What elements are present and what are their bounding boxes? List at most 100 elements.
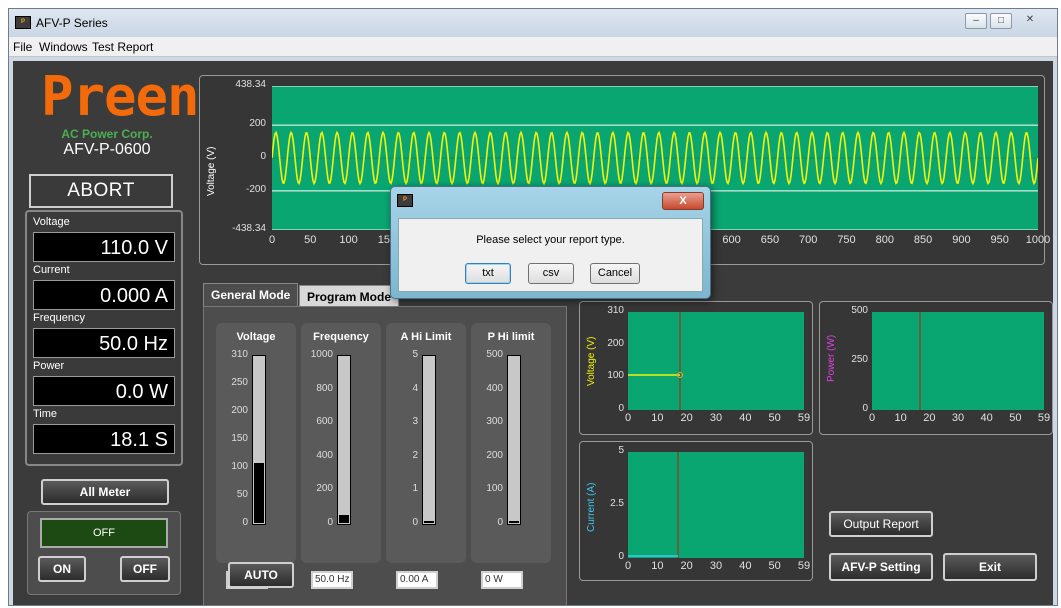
title-bar[interactable]: P AFV-P Series – □ ✕	[9, 9, 1057, 37]
minimize-button[interactable]: –	[965, 13, 987, 29]
afv-p-setting-button[interactable]: AFV-P Setting	[829, 553, 933, 581]
power-trend-ytick: 500	[851, 305, 868, 316]
slider-column-a-hi-limit: A Hi Limit 5 4 3 2 1 0	[386, 323, 466, 563]
slider-track-a-hi-limit[interactable]	[422, 355, 436, 525]
current-trend-svg	[628, 452, 679, 558]
abort-status[interactable]: ABORT	[29, 174, 173, 208]
voltage-trend-ytick: 310	[607, 305, 624, 316]
maximize-button[interactable]: □	[990, 13, 1012, 29]
current-trend-xtick: 10	[651, 560, 664, 572]
slider-value-a-hi-limit[interactable]: 0.00 A	[396, 571, 438, 589]
output-panel: OFF ON OFF	[27, 511, 181, 595]
slider-title-a-hi-limit: A Hi Limit	[400, 331, 452, 343]
menu-file[interactable]: File	[13, 40, 32, 54]
power-trend-xtick: 50	[1009, 412, 1022, 424]
voltage-trend-xtick: 50	[768, 412, 781, 424]
slider-tick-frequency: 800	[316, 382, 333, 394]
meter-label-voltage: Voltage	[33, 216, 70, 228]
power-trend-ytick: 250	[851, 354, 868, 365]
voltage-trend-xtick: 0	[624, 412, 632, 424]
csv-button[interactable]: csv	[528, 263, 574, 284]
voltage-trend-xtick: 59	[797, 412, 811, 424]
slider-fill-frequency	[339, 515, 349, 523]
cancel-button[interactable]: Cancel	[590, 263, 640, 284]
waveform-xtick: 50	[304, 234, 317, 246]
slider-tick-voltage: 100	[231, 461, 248, 472]
slider-tick-frequency: 200	[316, 483, 333, 495]
voltage-trend-svg	[628, 312, 683, 410]
slider-track-frequency[interactable]	[337, 355, 351, 525]
power-trend-svg	[919, 312, 921, 410]
slider-title-voltage: Voltage	[236, 331, 276, 343]
menu-test-report[interactable]: Test Report	[92, 40, 153, 54]
slider-tick-p-hi-limit: 200	[486, 449, 503, 461]
general-mode-panel: Voltage310250200150100500110.0 VFrequenc…	[203, 306, 567, 606]
voltage-trend-xtick: 40	[739, 412, 752, 424]
voltage-trend-xtick: 30	[709, 412, 723, 424]
waveform-xtick: 900	[952, 234, 971, 246]
slider-tick-p-hi-limit: 300	[486, 416, 503, 428]
slider-track-p-hi-limit[interactable]	[507, 355, 521, 525]
all-meter-button[interactable]: All Meter	[41, 479, 169, 505]
voltage-trend-xtick: 20	[680, 412, 693, 424]
current-trend-ytick: 5	[618, 445, 624, 456]
slider-column-frequency: Frequency 1000 800 600 400 200 0	[301, 323, 381, 563]
current-trend-xtick: 50	[768, 560, 781, 572]
power-trend-xtick: 10	[894, 412, 907, 424]
voltage-trend-plot: Voltage (V) 310 200 100 0 0 10 20 30 40 50 59	[579, 301, 813, 435]
slider-tick-voltage: 200	[231, 405, 248, 416]
main-client-area: Preen AC Power Corp. AFV-P-0600 ABORT Vo…	[13, 61, 1053, 606]
slider-tick-voltage: 250	[231, 377, 248, 388]
waveform-xtick: 0	[268, 234, 276, 246]
off-button[interactable]: OFF	[120, 556, 170, 582]
slider-tick-p-hi-limit: 400	[486, 382, 503, 394]
output-report-button[interactable]: Output Report	[829, 511, 933, 537]
current-trend-area	[628, 452, 804, 558]
auto-button[interactable]: AUTO	[228, 562, 294, 588]
slider-value-p-hi-limit[interactable]: 0 W	[481, 571, 523, 589]
meter-label-current: Current	[33, 264, 70, 276]
meter-label-power: Power	[33, 360, 65, 372]
meter-value-voltage: 110.0 V	[33, 232, 175, 262]
current-trend-xtick: 30	[709, 560, 723, 572]
slider-tick-a-hi-limit: 1	[412, 483, 418, 495]
waveform-ytick: -438.34	[232, 223, 266, 234]
slider-tick-voltage: 150	[231, 433, 248, 444]
power-trend-area	[872, 312, 1044, 410]
meter-label-time: Time	[33, 408, 58, 420]
menu-windows[interactable]: Windows	[39, 40, 88, 54]
slider-title-frequency: Frequency	[313, 331, 369, 343]
slider-track-voltage[interactable]	[252, 355, 266, 525]
logo-subtitle: AC Power Corp.	[61, 127, 153, 141]
power-trend-xtick: 20	[923, 412, 936, 424]
tab-general-mode[interactable]: General Mode	[203, 283, 299, 307]
slider-tick-voltage: 0	[242, 517, 248, 528]
power-trend-xtick: 40	[980, 412, 993, 424]
txt-button[interactable]: txt	[465, 263, 511, 284]
meter-panel: Voltage 110.0 V Current 0.000 A Frequenc…	[25, 210, 183, 466]
app-icon: P	[15, 16, 31, 29]
exit-button[interactable]: Exit	[943, 553, 1037, 581]
meter-value-power: 0.0 W	[33, 376, 175, 406]
meter-value-current: 0.000 A	[33, 280, 175, 310]
model-name: AFV-P-0600	[63, 141, 151, 158]
current-trend-xtick: 59	[797, 560, 811, 572]
current-trend-xtick: 40	[739, 560, 752, 572]
slider-fill-a-hi-limit	[424, 521, 434, 523]
close-button[interactable]: ✕	[1019, 13, 1041, 29]
on-button[interactable]: ON	[38, 556, 86, 582]
waveform-ytick: 0	[260, 151, 266, 162]
waveform-xtick: 1000	[1025, 234, 1051, 246]
slider-tick-a-hi-limit: 0	[412, 517, 418, 528]
slider-tick-frequency: 600	[316, 416, 333, 428]
dialog-app-icon: P	[397, 194, 413, 207]
power-trend-xtick: 30	[951, 412, 965, 424]
dialog-close-button[interactable]: X	[662, 192, 704, 210]
dialog-message: Please select your report type.	[476, 234, 625, 246]
slider-value-frequency[interactable]: 50.0 Hz	[311, 571, 353, 589]
waveform-xtick: 700	[799, 234, 818, 246]
logo-wordmark: Preen	[41, 65, 200, 128]
window-title: AFV-P Series	[36, 16, 108, 30]
slider-tick-voltage: 310	[231, 349, 248, 360]
slider-fill-p-hi-limit	[509, 521, 519, 523]
